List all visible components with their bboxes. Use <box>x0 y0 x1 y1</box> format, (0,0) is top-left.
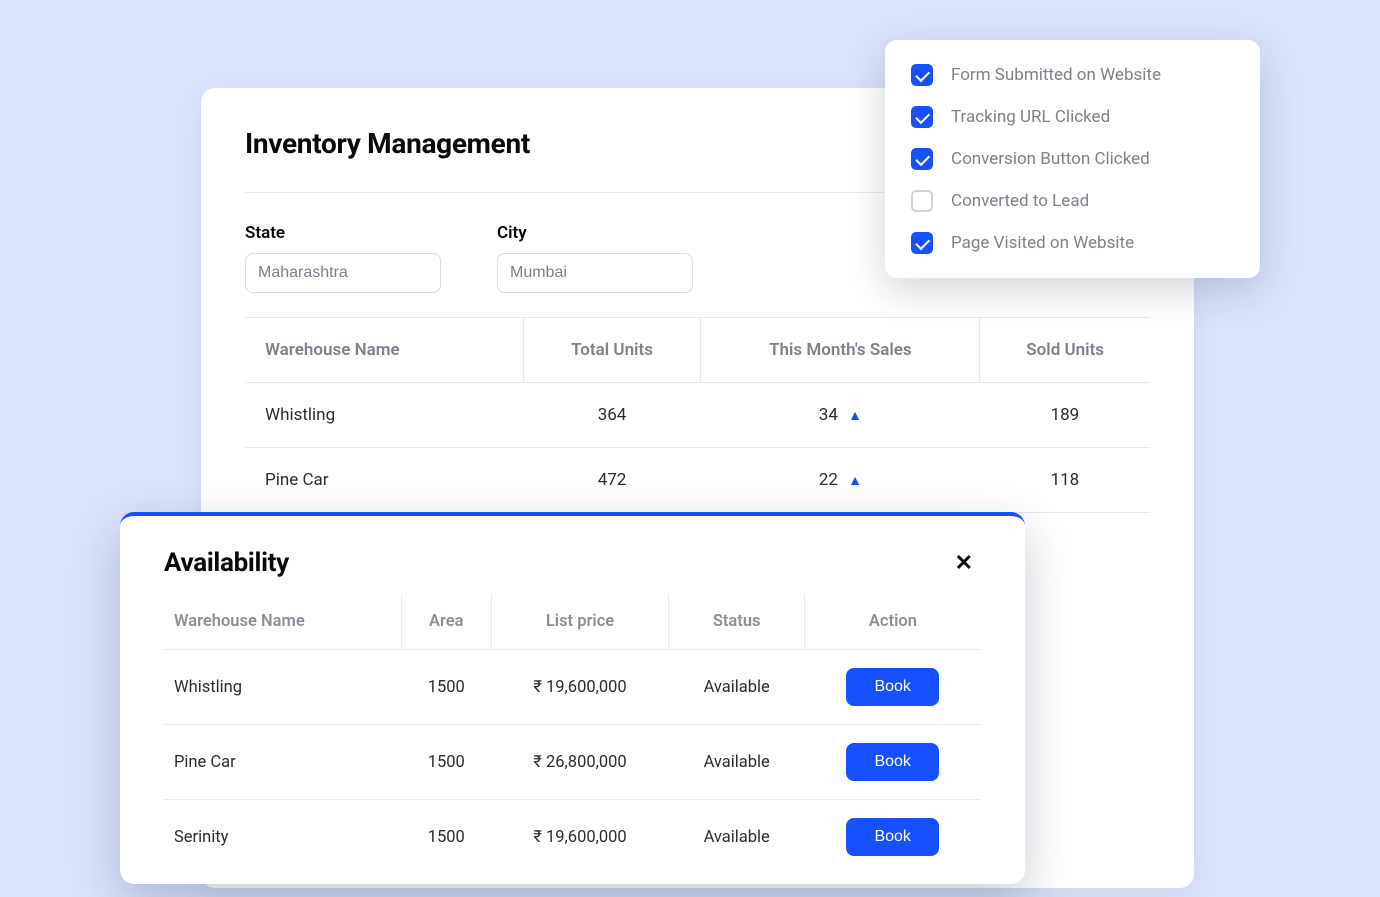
trend-up-icon: ▲ <box>848 407 862 424</box>
checkbox-checked-icon[interactable] <box>911 148 933 170</box>
book-button[interactable]: Book <box>846 743 938 781</box>
availability-row: Whistling 1500 ₹ 19,600,000 Available Bo… <box>164 650 981 725</box>
col-warehouse: Warehouse Name <box>245 318 523 383</box>
month-sales-value: 34 <box>819 405 838 425</box>
close-icon[interactable]: ✕ <box>947 546 981 580</box>
col-list-price: List price <box>491 594 669 650</box>
checkbox-unchecked-icon[interactable] <box>911 190 933 212</box>
checklist-label: Page Visited on Website <box>951 233 1134 253</box>
checklist-label: Tracking URL Clicked <box>951 107 1110 127</box>
cell-area: 1500 <box>401 800 491 875</box>
cell-sold-units: 189 <box>980 383 1150 448</box>
col-area: Area <box>401 594 491 650</box>
cell-list-price: ₹ 19,600,000 <box>491 650 669 725</box>
checklist-item[interactable]: Tracking URL Clicked <box>911 106 1234 128</box>
book-button[interactable]: Book <box>846 818 938 856</box>
filter-city: City <box>497 223 693 293</box>
inventory-header-row: Warehouse Name Total Units This Month's … <box>245 318 1150 383</box>
cell-area: 1500 <box>401 650 491 725</box>
cell-sold-units: 118 <box>980 448 1150 513</box>
cell-total-units: 472 <box>523 448 701 513</box>
availability-table: Warehouse Name Area List price Status Ac… <box>164 594 981 874</box>
checkbox-checked-icon[interactable] <box>911 106 933 128</box>
month-sales-value: 22 <box>819 470 838 490</box>
table-row[interactable]: Whistling 364 34 ▲ 189 <box>245 383 1150 448</box>
cell-list-price: ₹ 19,600,000 <box>491 800 669 875</box>
col-total-units: Total Units <box>523 318 701 383</box>
cell-warehouse: Whistling <box>164 650 401 725</box>
page-title: Inventory Management <box>245 127 530 160</box>
filter-state-label: State <box>245 223 441 243</box>
cell-warehouse: Pine Car <box>245 448 523 513</box>
inventory-table: Warehouse Name Total Units This Month's … <box>245 317 1150 513</box>
availability-row: Serinity 1500 ₹ 19,600,000 Available Boo… <box>164 800 981 875</box>
filter-city-input[interactable] <box>497 253 693 293</box>
cell-month-sales: 34 ▲ <box>701 383 980 448</box>
filter-state-input[interactable] <box>245 253 441 293</box>
checklist-label: Form Submitted on Website <box>951 65 1161 85</box>
cell-list-price: ₹ 26,800,000 <box>491 725 669 800</box>
cell-action: Book <box>804 800 981 875</box>
checklist-item[interactable]: Converted to Lead <box>911 190 1234 212</box>
col-sold-units: Sold Units <box>980 318 1150 383</box>
trend-up-icon: ▲ <box>848 472 862 489</box>
checkbox-checked-icon[interactable] <box>911 64 933 86</box>
checklist-label: Converted to Lead <box>951 191 1089 211</box>
cell-status: Available <box>669 650 804 725</box>
availability-modal: Availability ✕ Warehouse Name Area List … <box>120 512 1025 884</box>
filter-city-label: City <box>497 223 693 243</box>
availability-header: Availability ✕ <box>164 546 981 580</box>
availability-row: Pine Car 1500 ₹ 26,800,000 Available Boo… <box>164 725 981 800</box>
cell-total-units: 364 <box>523 383 701 448</box>
cell-warehouse: Pine Car <box>164 725 401 800</box>
cell-action: Book <box>804 650 981 725</box>
events-checklist: Form Submitted on Website Tracking URL C… <box>885 40 1260 278</box>
col-status: Status <box>669 594 804 650</box>
checkbox-checked-icon[interactable] <box>911 232 933 254</box>
checklist-item[interactable]: Page Visited on Website <box>911 232 1234 254</box>
table-row[interactable]: Pine Car 472 22 ▲ 118 <box>245 448 1150 513</box>
cell-warehouse: Whistling <box>245 383 523 448</box>
checklist-item[interactable]: Form Submitted on Website <box>911 64 1234 86</box>
checklist-item[interactable]: Conversion Button Clicked <box>911 148 1234 170</box>
filter-state: State <box>245 223 441 293</box>
cell-area: 1500 <box>401 725 491 800</box>
col-warehouse: Warehouse Name <box>164 594 401 650</box>
cell-warehouse: Serinity <box>164 800 401 875</box>
availability-title: Availability <box>164 548 289 578</box>
cell-action: Book <box>804 725 981 800</box>
checklist-label: Conversion Button Clicked <box>951 149 1150 169</box>
cell-status: Available <box>669 725 804 800</box>
availability-header-row: Warehouse Name Area List price Status Ac… <box>164 594 981 650</box>
col-action: Action <box>804 594 981 650</box>
cell-status: Available <box>669 800 804 875</box>
cell-month-sales: 22 ▲ <box>701 448 980 513</box>
col-month-sales: This Month's Sales <box>701 318 980 383</box>
book-button[interactable]: Book <box>846 668 938 706</box>
